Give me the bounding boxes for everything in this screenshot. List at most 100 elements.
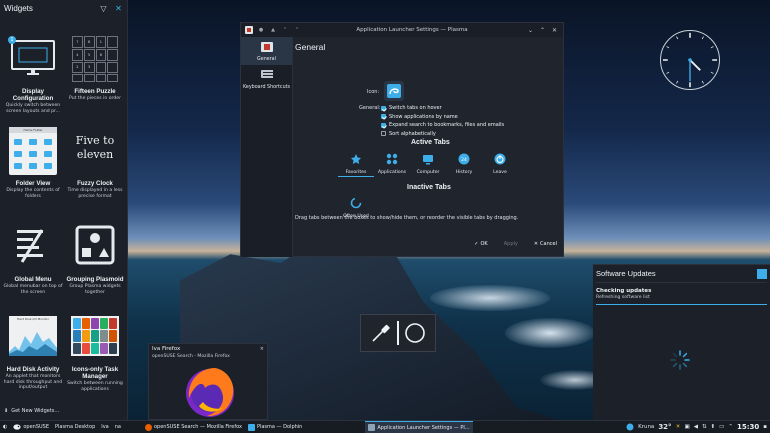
- user-item[interactable]: na: [112, 421, 124, 433]
- eyedropper-icon[interactable]: [370, 322, 392, 344]
- minimize-icon[interactable]: ⌄: [526, 27, 535, 34]
- tab-label: History: [455, 170, 473, 175]
- check-label: Switch tabs on hover: [389, 105, 442, 112]
- color-circle-icon[interactable]: [404, 322, 426, 344]
- clock-tick: [666, 46, 670, 49]
- maximize-icon[interactable]: ⌃: [538, 27, 547, 34]
- widget-fuzzy-clock[interactable]: Five to eleven Fuzzy Clock Time displaye…: [64, 126, 126, 199]
- apply-button[interactable]: Apply: [504, 241, 518, 247]
- launcher-settings-dialog: ● ▲ ⌃ ⌃ Application Launcher Settings — …: [240, 22, 564, 257]
- check-show-apps-by-name[interactable]: Show applications by name: [381, 113, 504, 122]
- folder-thumb-label: Home Folder: [9, 127, 57, 133]
- checkbox[interactable]: [381, 105, 386, 111]
- desktop-icon[interactable]: ◐: [0, 421, 10, 433]
- close-icon[interactable]: ✕: [550, 27, 559, 34]
- cancel-icon: ✕: [533, 241, 539, 247]
- dialog-titlebar[interactable]: ● ▲ ⌃ ⌃ Application Launcher Settings — …: [241, 23, 563, 37]
- sidebar-item-keyboard-shortcuts[interactable]: Keyboard Shortcuts: [241, 65, 292, 93]
- widget-name: Fifteen Puzzle: [74, 88, 116, 95]
- weather-location[interactable]: Kruna: [638, 424, 654, 430]
- wallpaper-wave: [505, 318, 595, 348]
- keep-above-icon[interactable]: ⌃: [281, 27, 289, 33]
- taskbar: ◐ openSUSE Plasma Desktop Iva na openSUS…: [0, 420, 770, 433]
- filter-icon[interactable]: ▽: [99, 4, 108, 13]
- general-settings-icon: [260, 42, 273, 52]
- sidebar-item-general[interactable]: General: [241, 37, 292, 65]
- progress-bar: [596, 304, 767, 305]
- substatus-text: Refreshing software list: [596, 295, 650, 300]
- network-icon[interactable]: ⇅: [702, 424, 707, 430]
- check-sort-alphabetically[interactable]: Sort alphabetically: [381, 130, 504, 139]
- start-menu-button[interactable]: openSUSE: [10, 421, 52, 433]
- updates-status: Checking updates Refreshing software lis…: [593, 283, 770, 300]
- folder-thumb: Home Folder: [8, 126, 58, 176]
- launcher-icon-button[interactable]: [384, 81, 404, 101]
- widget-icons-only-task-manager[interactable]: Icons-only Task Manager Switch between r…: [64, 312, 126, 392]
- general-options: Switch tabs on hover Show applications b…: [381, 104, 504, 138]
- tab-applications[interactable]: Applications: [374, 149, 410, 177]
- updates-icon[interactable]: ⬆: [711, 424, 716, 430]
- tab-label: Computer: [416, 170, 440, 175]
- clock-hour-hand: [689, 59, 701, 71]
- icons-thumb: [70, 312, 120, 362]
- firefox-task-tooltip[interactable]: Iva Firefox openSUSE Search - Mozilla Fi…: [148, 343, 268, 420]
- puzzle-tile: 4: [72, 48, 83, 61]
- widget-desc: Time displayed in a less precise format: [67, 188, 123, 199]
- widget-fifteen-puzzle[interactable]: 78145623 Fifteen Puzzle Put the pieces i…: [64, 34, 126, 102]
- task-firefox[interactable]: openSUSE Search — Mozilla Firefox: [142, 421, 245, 433]
- clock-tick: [701, 80, 704, 84]
- task-label: Plasma — Dolphin: [256, 424, 303, 430]
- start-label: openSUSE: [23, 424, 50, 430]
- puzzle-tile: [107, 48, 118, 61]
- puzzle-tile: [107, 61, 118, 74]
- widget-global-menu[interactable]: Global Menu Global menubar on top of the…: [2, 222, 64, 295]
- tab-computer[interactable]: Computer: [410, 149, 446, 177]
- user-label: Iva: [101, 424, 109, 430]
- checkbox[interactable]: [381, 131, 386, 137]
- volume-icon[interactable]: ◀: [694, 424, 698, 430]
- task-dolphin[interactable]: Plasma — Dolphin: [245, 421, 305, 433]
- clipboard-icon[interactable]: ▣: [685, 424, 690, 430]
- often-used-icon: [350, 197, 362, 209]
- widget-display-configuration[interactable]: 1 Display Configuration Quickly switch b…: [2, 34, 64, 114]
- keep-above-icon[interactable]: ▲: [269, 27, 277, 33]
- color-picker-widget: [360, 314, 436, 352]
- shade-icon[interactable]: ⌃: [293, 27, 301, 33]
- checkbox[interactable]: [381, 122, 386, 128]
- dialog-sidebar: General Keyboard Shortcuts: [241, 37, 293, 257]
- show-desktop-icon[interactable]: ▪: [763, 424, 767, 430]
- widget-name: Hard Disk Activity: [6, 366, 60, 373]
- widget-hard-disk-activity[interactable]: Hard Disk I/O Monitor Hard Disk Activity…: [2, 312, 64, 391]
- analog-clock[interactable]: [660, 30, 720, 90]
- user-item[interactable]: Iva: [98, 421, 112, 433]
- get-new-widgets-button[interactable]: ⬇ Get New Widgets...: [4, 408, 59, 414]
- pin-icon[interactable]: [757, 268, 767, 279]
- weather-icon[interactable]: [626, 423, 634, 431]
- temperature[interactable]: 32°: [658, 423, 671, 431]
- puzzle-tile: [95, 61, 107, 74]
- check-expand-search[interactable]: Expand search to bookmarks, files and em…: [381, 121, 504, 130]
- tab-favorites[interactable]: Favorites: [338, 149, 374, 177]
- close-icon[interactable]: ×: [260, 346, 264, 352]
- widget-name: Grouping Plasmoid: [66, 276, 124, 283]
- pin-icon[interactable]: ●: [257, 27, 265, 33]
- check-switch-tabs-on-hover[interactable]: Switch tabs on hover: [381, 104, 504, 113]
- inactive-tabs-heading: Inactive Tabs: [407, 184, 451, 191]
- sun-icon[interactable]: ☀: [676, 424, 681, 430]
- tab-leave[interactable]: Leave: [482, 149, 518, 177]
- clock-time[interactable]: 15:30: [737, 423, 759, 431]
- tray-expand-icon[interactable]: ⌃: [728, 424, 733, 430]
- checkbox[interactable]: [381, 114, 386, 120]
- cancel-button[interactable]: ✕ Cancel: [534, 241, 557, 247]
- firefox-icon: [186, 368, 234, 417]
- activity-switcher[interactable]: Plasma Desktop: [52, 421, 98, 433]
- clock-tick: [710, 71, 714, 74]
- widget-folder-view[interactable]: Home Folder Folder View Display the cont…: [2, 126, 64, 199]
- tab-history[interactable]: 24 History: [446, 149, 482, 177]
- close-icon[interactable]: ✕: [114, 4, 123, 13]
- ok-button[interactable]: ✓ OK: [474, 241, 487, 247]
- battery-icon[interactable]: ▭: [719, 424, 724, 430]
- widget-grouping-plasmoid[interactable]: Grouping Plasmoid Group Plasma widgets t…: [64, 222, 126, 295]
- puzzle-tile: 6: [95, 48, 107, 61]
- task-launcher-settings[interactable]: Application Launcher Settings — Pl...: [365, 420, 473, 433]
